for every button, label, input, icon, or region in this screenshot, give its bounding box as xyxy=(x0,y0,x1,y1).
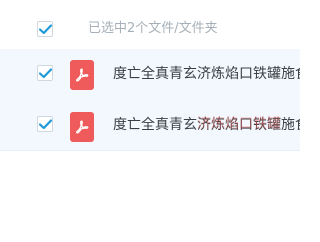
file-row[interactable]: 度亡全真青玄济炼焰口铁罐施食 xyxy=(0,100,300,151)
selected-count-label: 已选中2个文件/文件夹 xyxy=(88,21,218,36)
pdf-icon xyxy=(70,112,94,142)
file-name[interactable]: 度亡全真青玄济炼焰口铁罐施食 xyxy=(113,116,300,134)
file-list-panel: 已选中2个文件/文件夹 度亡全真青玄济炼焰口铁罐施食 度亡全真青玄济炼焰口铁罐施… xyxy=(0,0,300,242)
file-checkbox[interactable] xyxy=(37,65,53,81)
select-all-checkbox[interactable] xyxy=(37,21,53,37)
file-name[interactable]: 度亡全真青玄济炼焰口铁罐施食 xyxy=(113,65,300,83)
pdf-icon xyxy=(70,60,94,90)
file-row[interactable]: 度亡全真青玄济炼焰口铁罐施食 xyxy=(0,49,300,101)
checkmark-icon xyxy=(38,67,52,78)
file-checkbox[interactable] xyxy=(37,116,53,132)
selection-header: 已选中2个文件/文件夹 xyxy=(0,0,300,53)
checkmark-icon xyxy=(38,23,52,34)
checkmark-icon xyxy=(38,118,52,129)
